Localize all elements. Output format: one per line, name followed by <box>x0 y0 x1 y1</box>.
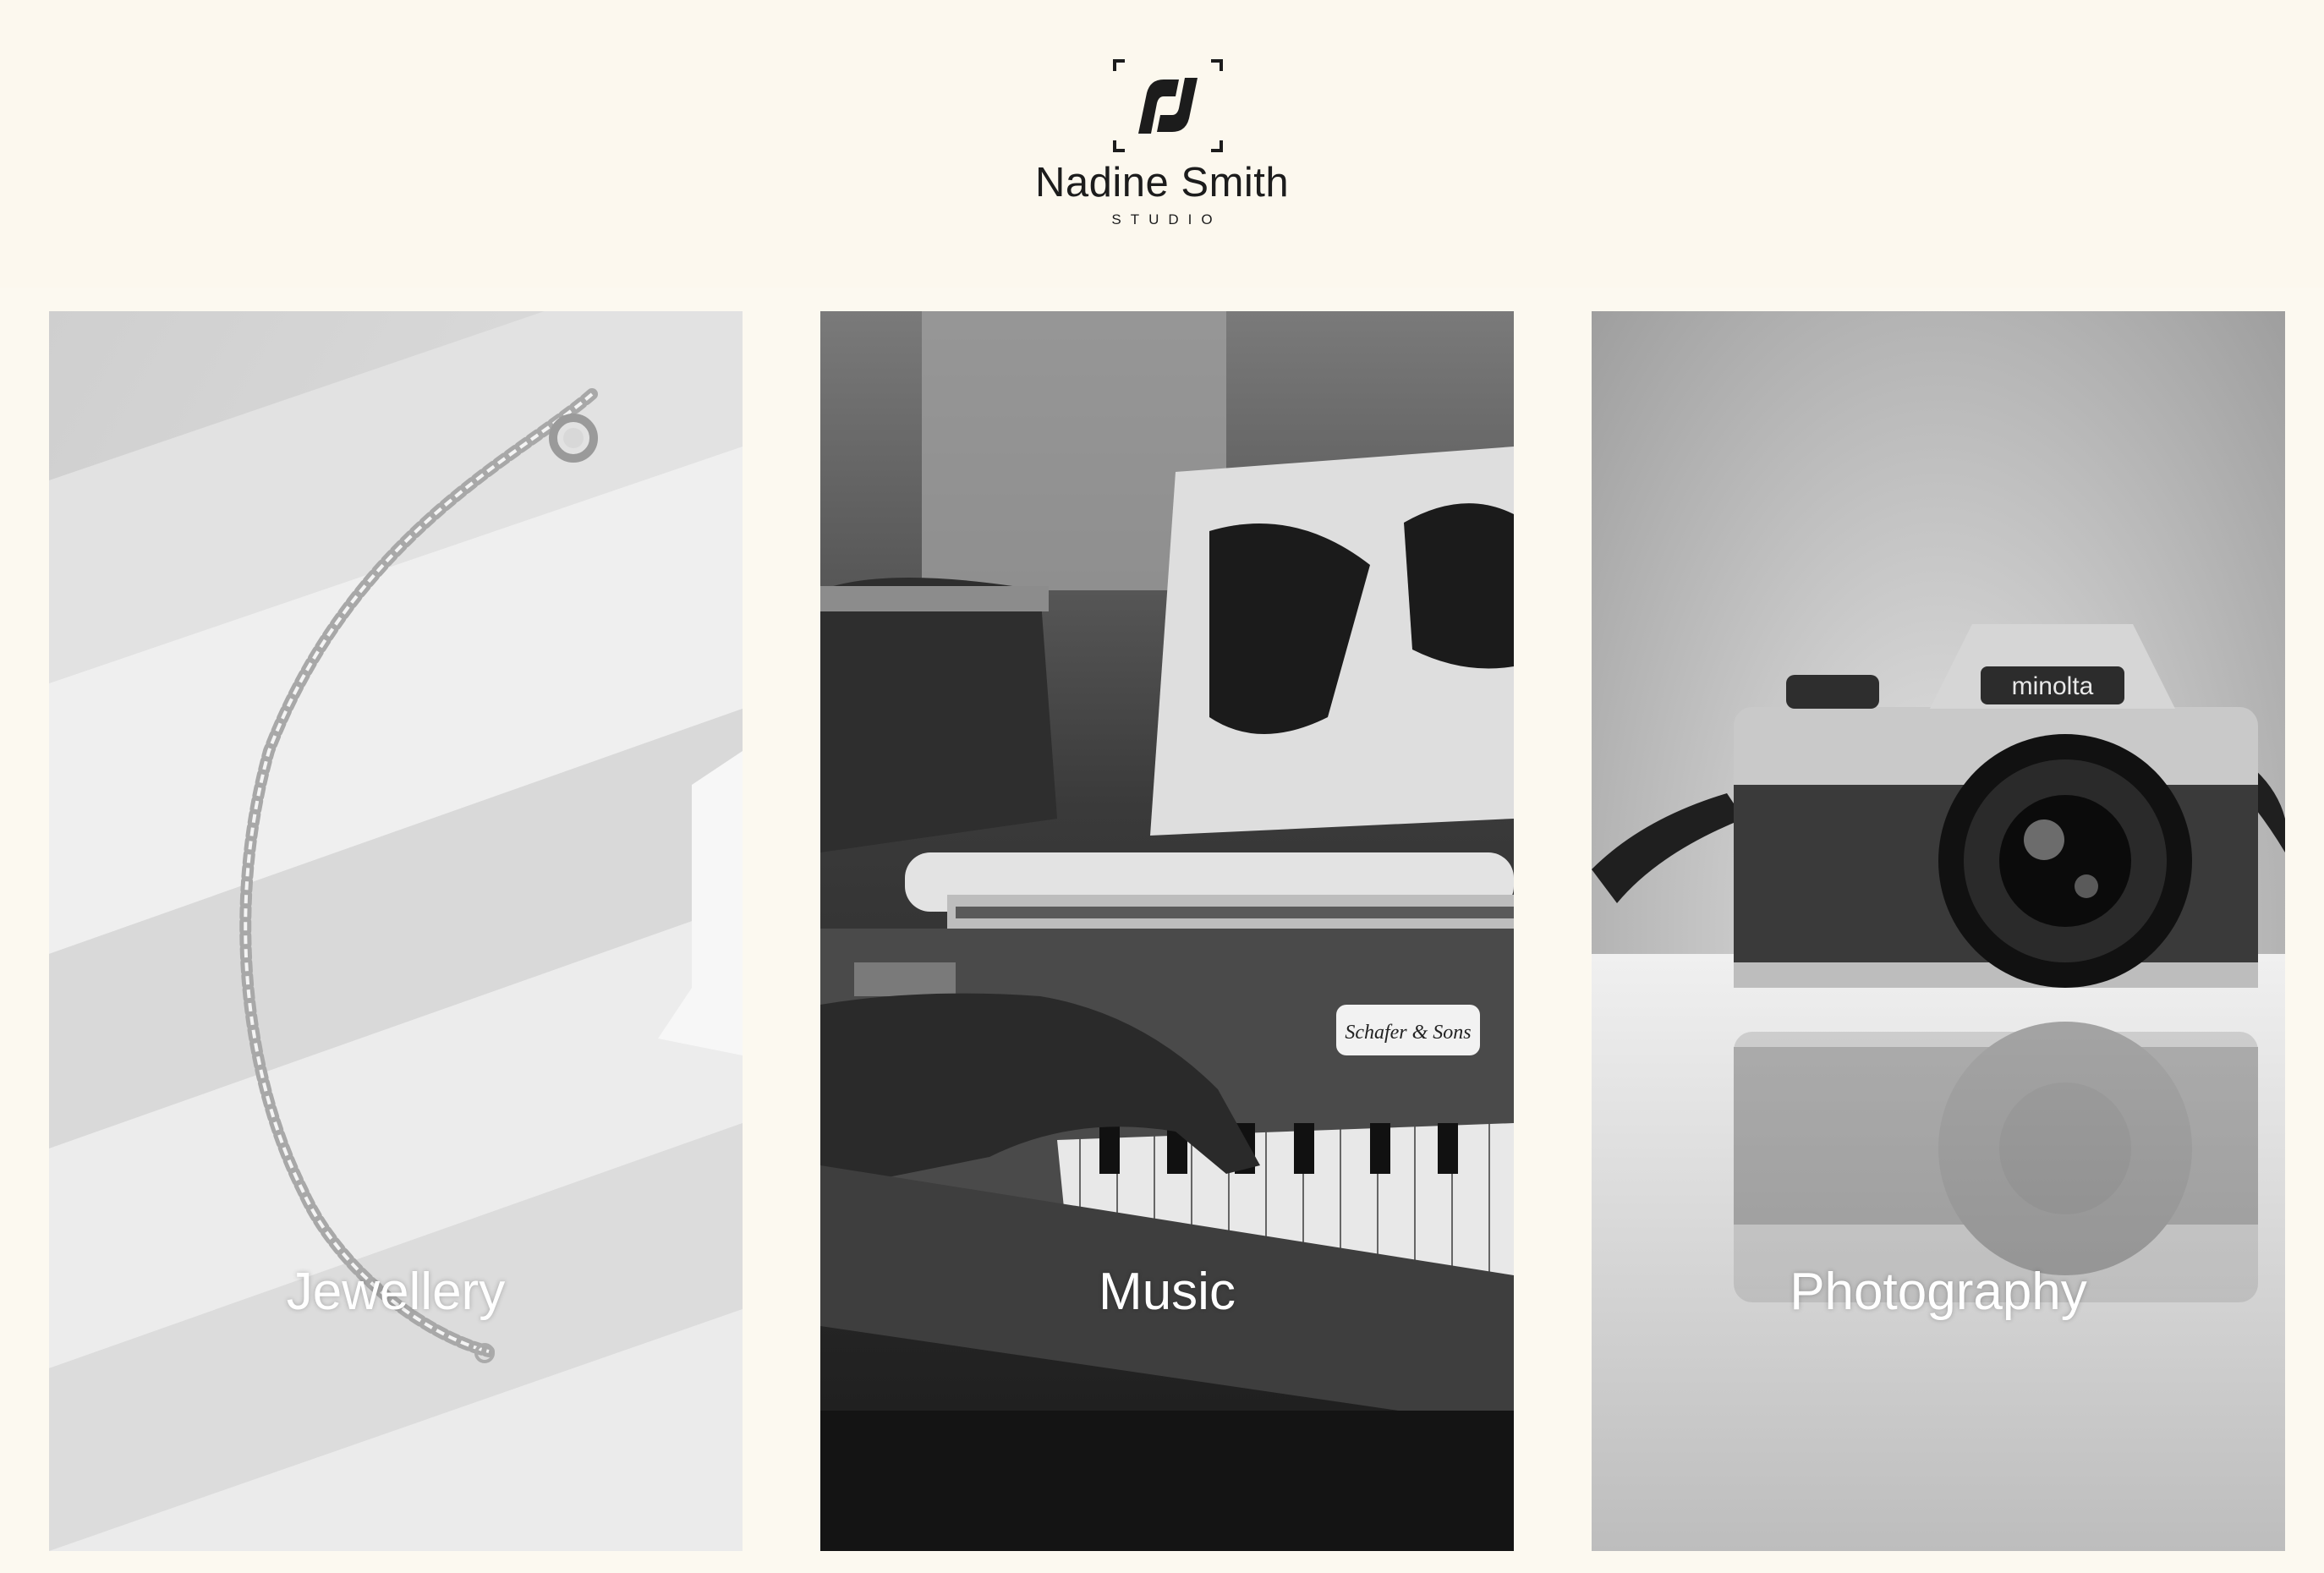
svg-text:Schafer & Sons: Schafer & Sons <box>1345 1022 1471 1044</box>
tile-label-photography: Photography <box>1790 1263 2087 1321</box>
silver-chain-bracelet-photo <box>49 311 743 1551</box>
svg-text:minolta: minolta <box>2012 672 2094 700</box>
tile-photography[interactable]: minolta Photography <box>1592 311 2285 1551</box>
tile-music[interactable]: Schafer & Sons Music <box>820 311 1514 1551</box>
minolta-camera-photo: minolta <box>1592 311 2285 1551</box>
brand-name: Nadine Smith <box>1035 160 1290 206</box>
tile-label-music: Music <box>1099 1263 1236 1321</box>
brand-logo-link[interactable]: Nadine Smith STUDIO <box>1035 52 1289 238</box>
site-header: Nadine Smith STUDIO <box>0 0 2324 288</box>
tile-label-jewellery: Jewellery <box>286 1263 506 1321</box>
piano-keys-photo: Schafer & Sons <box>820 311 1514 1551</box>
brand-subtitle: STUDIO <box>1111 211 1222 227</box>
ns-monogram-icon <box>1113 59 1223 152</box>
tile-jewellery[interactable]: Jewellery <box>49 311 743 1551</box>
